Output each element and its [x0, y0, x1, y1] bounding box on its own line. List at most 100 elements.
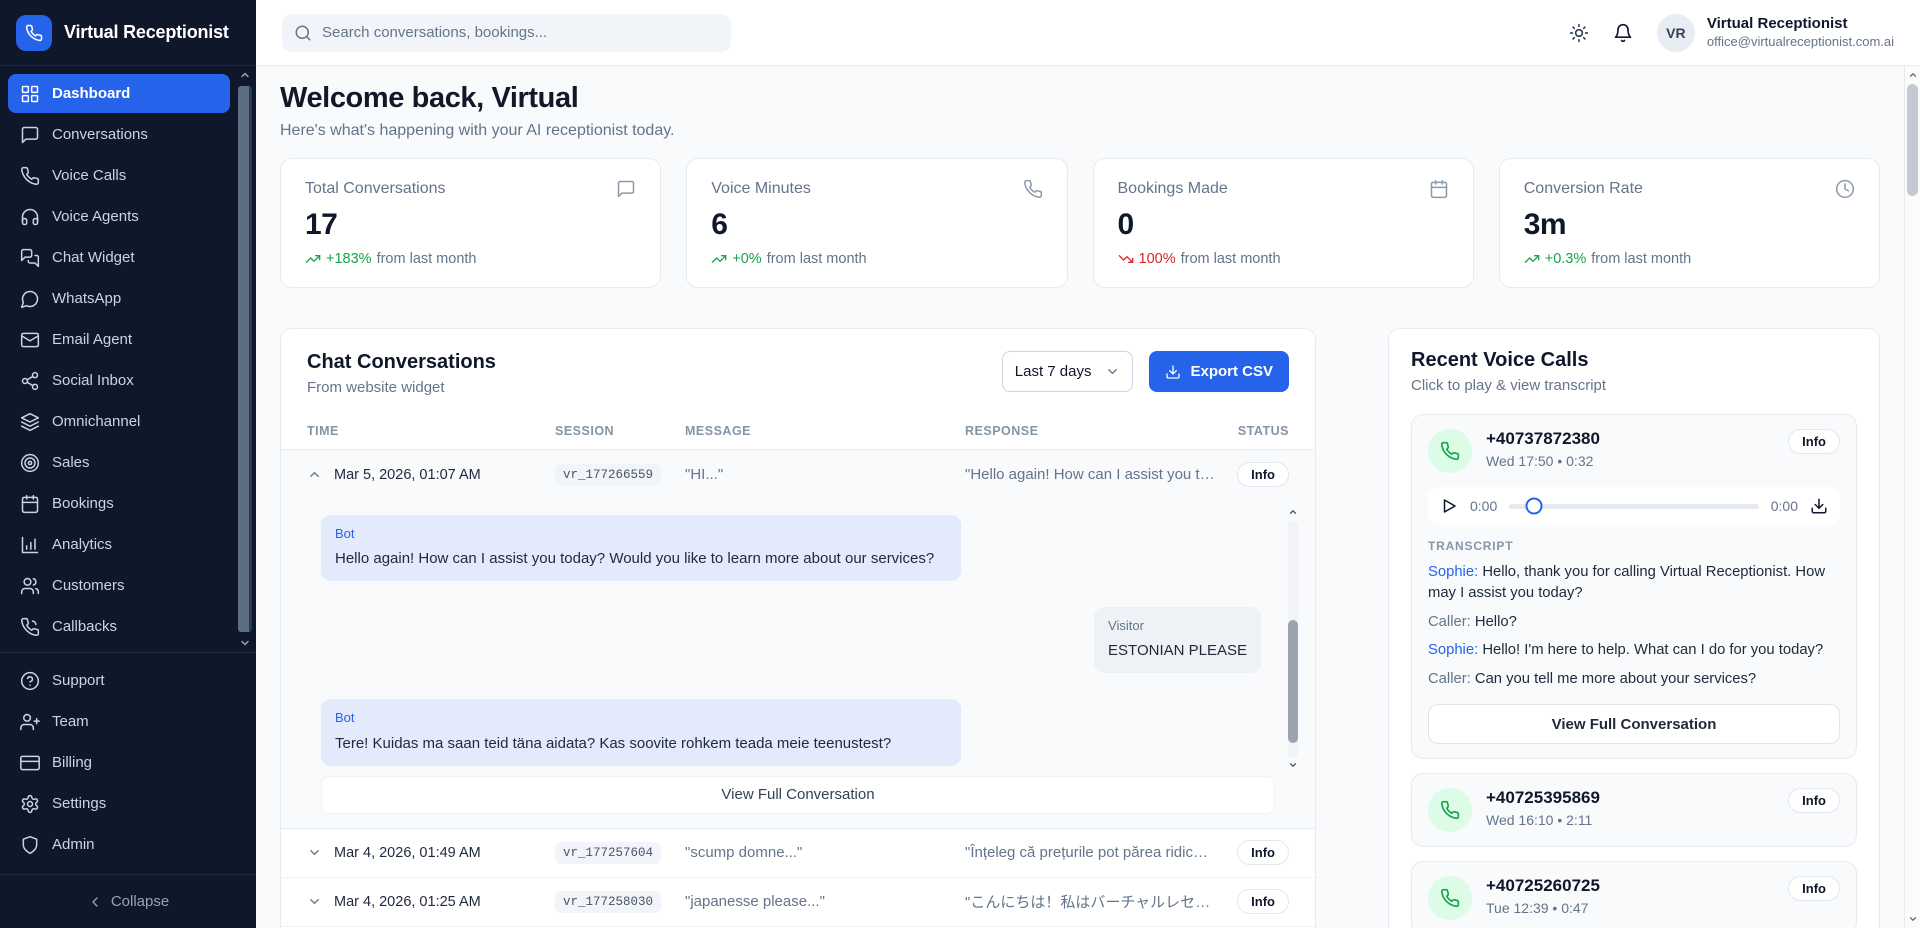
sidebar-item-bookings[interactable]: Bookings — [8, 484, 230, 523]
call-info-badge[interactable]: Info — [1788, 429, 1840, 454]
chevron-up-icon[interactable] — [1288, 507, 1298, 519]
avatar: VR — [1657, 14, 1695, 52]
user-name: Virtual Receptionist — [1707, 15, 1894, 34]
table-row[interactable]: Mar 5, 2026, 01:07 AM vr_177266559 "HI..… — [281, 450, 1315, 499]
phone-call-icon — [1428, 788, 1472, 832]
sidebar-item-admin[interactable]: Admin — [8, 825, 248, 864]
sidebar-item-sales[interactable]: Sales — [8, 443, 230, 482]
scroll-down-arrow-icon[interactable] — [1905, 912, 1920, 926]
row-response: "こんにちは！私はバーチャルレセプショ... — [965, 891, 1225, 912]
chevron-down-icon — [307, 845, 322, 860]
sidebar-item-label: Chat Widget — [52, 249, 135, 266]
call-info-badge[interactable]: Info — [1788, 788, 1840, 813]
conversation-scrollbar[interactable] — [1287, 507, 1299, 772]
sidebar-item-chat-widget[interactable]: Chat Widget — [8, 238, 230, 277]
download-icon[interactable] — [1810, 497, 1828, 515]
stats-row: Total Conversations 17 +183% from last m… — [280, 158, 1880, 288]
stat-card-total-conversations: Total Conversations 17 +183% from last m… — [280, 158, 661, 288]
table-row[interactable]: Mar 4, 2026, 01:25 AM vr_177258030 "japa… — [281, 878, 1315, 927]
sidebar-item-conversations[interactable]: Conversations — [8, 115, 230, 154]
scrollbar-thumb[interactable] — [1288, 620, 1298, 743]
chevron-down-icon[interactable] — [1288, 760, 1298, 772]
sidebar-item-support[interactable]: Support — [8, 661, 248, 700]
elapsed-time: 0:00 — [1470, 498, 1497, 514]
sidebar-item-customers[interactable]: Customers — [8, 566, 230, 605]
voice-call-item[interactable]: +40725260725 Tue 12:39 • 0:47 Info — [1411, 861, 1857, 928]
collapse-sidebar-button[interactable]: Collapse — [0, 874, 256, 928]
audio-player: 0:00 0:00 — [1428, 487, 1840, 525]
session-badge: vr_177266559 — [555, 464, 661, 486]
chevron-down-icon[interactable] — [239, 636, 251, 650]
sidebar-scrollbar-thumb[interactable] — [238, 86, 252, 632]
call-info-badge[interactable]: Info — [1788, 876, 1840, 901]
voice-call-item[interactable]: +40725395869 Wed 16:10 • 2:11 Info — [1411, 773, 1857, 847]
user-menu[interactable]: VR Virtual Receptionist office@virtualre… — [1657, 14, 1894, 52]
sidebar-item-email-agent[interactable]: Email Agent — [8, 320, 230, 359]
chevron-up-icon[interactable] — [239, 68, 251, 82]
page-scrollbar-thumb[interactable] — [1907, 84, 1918, 196]
theme-toggle-button[interactable] — [1569, 23, 1589, 43]
column-status: STATUS — [1225, 424, 1289, 438]
view-full-conversation-link[interactable]: View Full Conversation — [321, 776, 1275, 814]
trending-up-icon — [305, 251, 321, 267]
date-range-select[interactable]: Last 7 days — [1002, 351, 1134, 392]
status-badge[interactable]: Info — [1237, 889, 1289, 914]
stat-delta-note: from last month — [1181, 251, 1281, 267]
chevron-down-icon — [307, 894, 322, 909]
sidebar-item-analytics[interactable]: Analytics — [8, 525, 230, 564]
recent-voice-calls-card: Recent Voice Calls Click to play & view … — [1388, 328, 1880, 928]
user-email: office@virtualreceptionist.com.ai — [1707, 34, 1894, 50]
voice-call-item[interactable]: +40737872380 Wed 17:50 • 0:32 Info 0:00 … — [1411, 414, 1857, 759]
sidebar-item-omnichannel[interactable]: Omnichannel — [8, 402, 230, 441]
scroll-up-arrow-icon[interactable] — [1905, 68, 1920, 82]
credit-card-icon — [20, 753, 40, 773]
view-full-conversation-button[interactable]: View Full Conversation — [1428, 704, 1840, 744]
seek-slider-thumb[interactable] — [1526, 498, 1543, 515]
dashboard-grid-icon — [20, 84, 40, 104]
sidebar-item-team[interactable]: Team — [8, 702, 248, 741]
call-meta: Wed 16:10 • 2:11 — [1486, 812, 1600, 828]
collapse-label: Collapse — [111, 893, 169, 910]
call-number: +40725260725 — [1486, 876, 1600, 896]
notifications-button[interactable] — [1613, 23, 1633, 43]
scrollbar-track[interactable] — [1288, 521, 1298, 758]
sidebar-item-voice-agents[interactable]: Voice Agents — [8, 197, 230, 236]
sidebar-item-label: Voice Agents — [52, 208, 139, 225]
download-icon — [1165, 364, 1181, 380]
sidebar-item-settings[interactable]: Settings — [8, 784, 248, 823]
page-scrollbar[interactable] — [1904, 66, 1920, 928]
status-badge[interactable]: Info — [1237, 462, 1289, 487]
sidebar-item-voice-calls[interactable]: Voice Calls — [8, 156, 230, 195]
sidebar-item-social-inbox[interactable]: Social Inbox — [8, 361, 230, 400]
play-icon[interactable] — [1440, 497, 1458, 515]
sidebar-item-whatsapp[interactable]: WhatsApp — [8, 279, 230, 318]
sidebar-secondary: Support Team Billing Settings Admin — [0, 652, 256, 874]
search-icon — [294, 24, 312, 42]
export-csv-button[interactable]: Export CSV — [1149, 351, 1289, 392]
column-time: TIME — [307, 424, 555, 438]
stat-value: 3m — [1524, 208, 1855, 242]
status-badge[interactable]: Info — [1237, 840, 1289, 865]
sidebar-scrollbar[interactable] — [236, 68, 254, 650]
stat-label: Total Conversations — [305, 180, 446, 198]
search-bar[interactable] — [282, 14, 731, 52]
sidebar: Virtual Receptionist Dashboard Conversat… — [0, 0, 256, 928]
transcript-line: Caller: Hello? — [1428, 612, 1840, 633]
session-badge: vr_177257604 — [555, 842, 661, 864]
stat-delta-value: +183% — [326, 251, 372, 267]
sidebar-item-label: Social Inbox — [52, 372, 134, 389]
chevron-down-icon — [1105, 364, 1120, 379]
sidebar-item-callbacks[interactable]: Callbacks — [8, 607, 230, 646]
bot-label: Bot — [335, 525, 947, 543]
seek-slider[interactable] — [1509, 504, 1759, 509]
transcript-text: Can you tell me more about your services… — [1475, 671, 1756, 687]
sidebar-item-billing[interactable]: Billing — [8, 743, 248, 782]
phone-icon — [20, 166, 40, 186]
chevron-left-icon — [87, 894, 103, 910]
table-row[interactable]: Mar 4, 2026, 01:49 AM vr_177257604 "scum… — [281, 829, 1315, 878]
clock-icon — [1835, 179, 1855, 199]
stat-delta-value: +0.3% — [1545, 251, 1587, 267]
sidebar-item-dashboard[interactable]: Dashboard — [8, 74, 230, 113]
search-input[interactable] — [322, 24, 719, 41]
phone-icon — [1023, 179, 1043, 199]
